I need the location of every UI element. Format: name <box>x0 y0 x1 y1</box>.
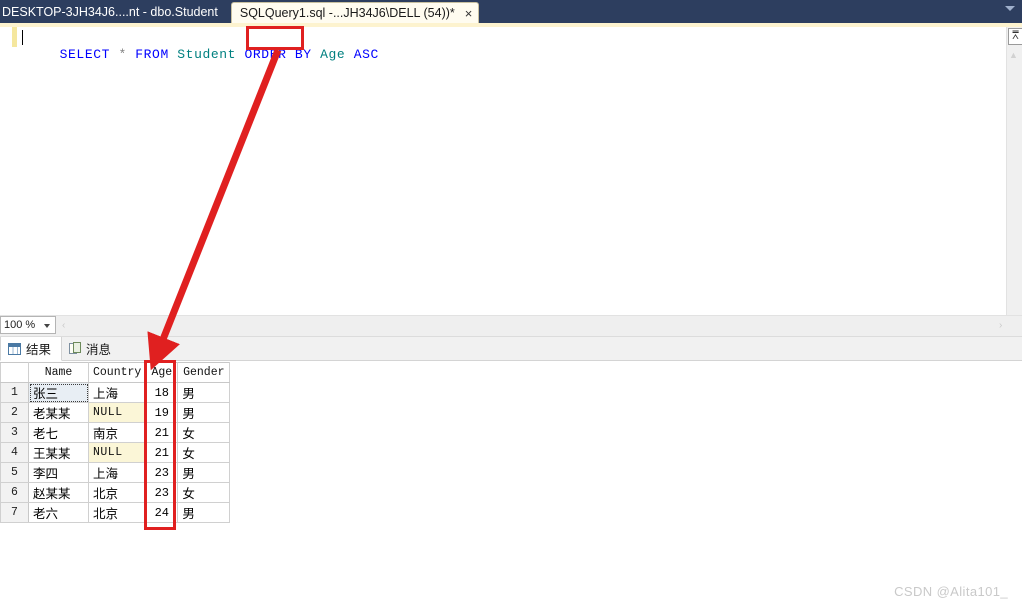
cell-country[interactable]: 上海 <box>87 382 147 403</box>
sql-editor[interactable]: SELECT * FROM Student ORDER BY Age ASC <box>0 27 1006 315</box>
cell-country[interactable]: 南京 <box>87 422 147 443</box>
cell-country[interactable]: NULL <box>87 402 147 423</box>
cell-gender[interactable]: 女 <box>177 442 231 463</box>
tab-sqlquery1-label: SQLQuery1.sql -...JH34J6\DELL (54))* <box>239 6 455 20</box>
zoom-level-select[interactable]: 100 % <box>0 316 56 334</box>
cell-gender[interactable]: 女 <box>177 482 231 503</box>
sql-token-select: SELECT <box>59 47 111 62</box>
row-number[interactable]: 6 <box>0 482 29 503</box>
cell-age[interactable]: 19 <box>145 402 179 423</box>
cell-age[interactable]: 18 <box>145 382 179 403</box>
cell-name[interactable]: 老某某 <box>28 402 89 423</box>
cell-name[interactable]: 张三 <box>28 382 89 403</box>
split-view-handle[interactable]: ⩞ <box>1008 28 1022 45</box>
cell-gender[interactable]: 男 <box>177 502 231 523</box>
cell-name[interactable]: 老六 <box>28 502 89 523</box>
cell-gender[interactable]: 男 <box>177 402 231 423</box>
tab-sqlquery1[interactable]: SQLQuery1.sql -...JH34J6\DELL (54))* × <box>230 2 480 23</box>
document-icon <box>69 342 82 355</box>
table-row[interactable]: 4 王某某 NULL 21 女 <box>0 442 231 463</box>
row-number[interactable]: 3 <box>0 422 29 443</box>
column-header-age[interactable]: Age <box>145 362 179 383</box>
scroll-left-icon[interactable]: ‹ <box>62 320 65 331</box>
sql-token-order: ORDER <box>244 47 287 62</box>
cell-gender[interactable]: 男 <box>177 462 231 483</box>
scroll-right-icon[interactable]: › <box>999 320 1002 331</box>
sql-token-asc: ASC <box>353 47 379 62</box>
row-number[interactable]: 5 <box>0 462 29 483</box>
cell-country[interactable]: NULL <box>87 442 147 463</box>
sql-query-line: SELECT * FROM Student ORDER BY Age ASC <box>26 29 379 80</box>
cell-age[interactable]: 21 <box>145 442 179 463</box>
sql-token-student: Student <box>177 47 237 62</box>
grid-header-row: Name Country Age Gender <box>0 362 231 383</box>
cell-age[interactable]: 23 <box>145 482 179 503</box>
text-caret <box>22 30 23 45</box>
zoom-level-value: 100 % <box>4 319 36 331</box>
grid-icon <box>8 342 21 355</box>
column-header-gender[interactable]: Gender <box>177 362 231 383</box>
change-bar-indicator <box>12 27 17 47</box>
tab-messages[interactable]: 消息 <box>62 337 121 360</box>
tab-dbo-student-label: DESKTOP-3JH34J6....nt - dbo.Student <box>2 5 218 19</box>
sql-token-star: * <box>118 47 127 62</box>
cell-gender[interactable]: 女 <box>177 422 231 443</box>
table-row[interactable]: 2 老某某 NULL 19 男 <box>0 402 231 423</box>
tab-dbo-student[interactable]: DESKTOP-3JH34J6....nt - dbo.Student <box>0 5 227 23</box>
scroll-up-icon[interactable]: ▲ <box>1008 50 1019 60</box>
sql-token-by: BY <box>294 47 312 62</box>
cell-country[interactable]: 上海 <box>87 462 147 483</box>
row-number[interactable]: 1 <box>0 382 29 403</box>
table-row[interactable]: 5 李四 上海 23 男 <box>0 462 231 483</box>
close-icon[interactable]: × <box>465 7 473 20</box>
table-row[interactable]: 7 老六 北京 24 男 <box>0 502 231 523</box>
cell-country[interactable]: 北京 <box>87 502 147 523</box>
cell-name[interactable]: 王某某 <box>28 442 89 463</box>
editor-tab-strip: DESKTOP-3JH34J6....nt - dbo.Student SQLQ… <box>0 0 1022 23</box>
results-grid[interactable]: Name Country Age Gender 1 张三 上海 18 男 2 老… <box>0 362 231 523</box>
row-number[interactable]: 7 <box>0 502 29 523</box>
cell-country[interactable]: 北京 <box>87 482 147 503</box>
grid-corner-header[interactable] <box>0 362 29 383</box>
table-row[interactable]: 1 张三 上海 18 男 <box>0 382 231 403</box>
result-pane-tab-bar: 结果 消息 <box>0 337 1022 361</box>
table-row[interactable]: 3 老七 南京 21 女 <box>0 422 231 443</box>
cell-name[interactable]: 老七 <box>28 422 89 443</box>
column-header-name[interactable]: Name <box>28 362 89 383</box>
cell-age[interactable]: 21 <box>145 422 179 443</box>
chevron-down-icon[interactable] <box>1005 6 1015 11</box>
editor-vertical-scrollbar[interactable] <box>1006 27 1022 315</box>
chevron-down-icon[interactable] <box>44 324 50 328</box>
tab-results-label: 结果 <box>26 343 52 357</box>
cell-name[interactable]: 赵某某 <box>28 482 89 503</box>
cell-gender[interactable]: 男 <box>177 382 231 403</box>
cell-name[interactable]: 李四 <box>28 462 89 483</box>
sql-token-age: Age <box>320 47 346 62</box>
cell-age[interactable]: 24 <box>145 502 179 523</box>
row-number[interactable]: 2 <box>0 402 29 423</box>
cell-age[interactable]: 23 <box>145 462 179 483</box>
grid-body: 1 张三 上海 18 男 2 老某某 NULL 19 男 3 老七 南京 21 … <box>0 382 231 523</box>
table-row[interactable]: 6 赵某某 北京 23 女 <box>0 482 231 503</box>
watermark-text: CSDN @Alita101_ <box>894 584 1008 599</box>
sql-token-from: FROM <box>135 47 169 62</box>
column-header-country[interactable]: Country <box>87 362 147 383</box>
tab-results[interactable]: 结果 <box>0 337 63 361</box>
editor-status-bar: 100 % ‹ › <box>0 315 1022 337</box>
row-number[interactable]: 4 <box>0 442 29 463</box>
tab-messages-label: 消息 <box>86 343 112 357</box>
